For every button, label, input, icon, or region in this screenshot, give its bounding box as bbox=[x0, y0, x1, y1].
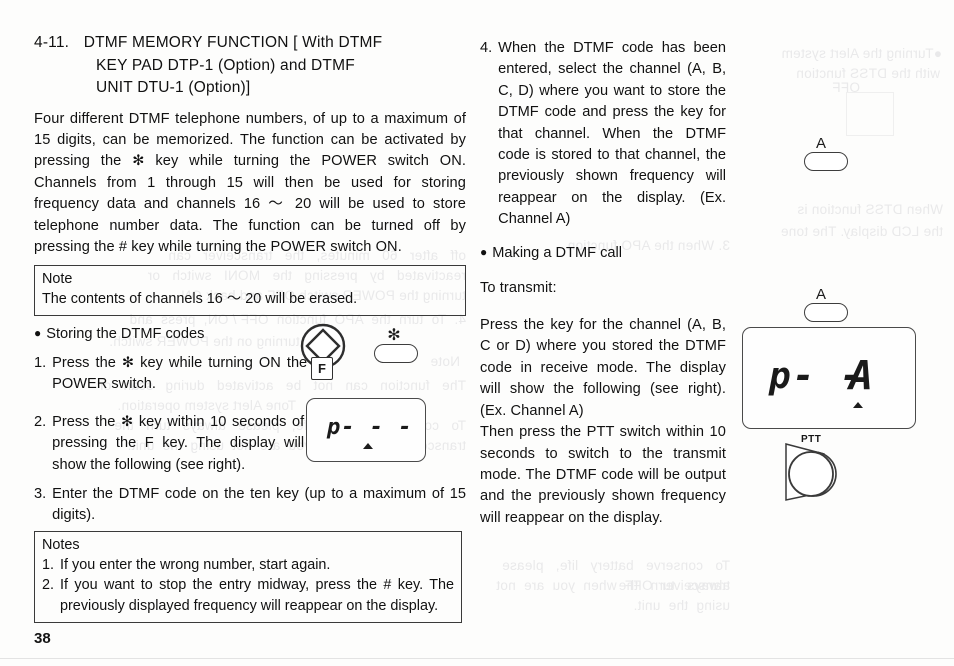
manual-page: ●Turning the Alert system with the DTSS … bbox=[0, 0, 954, 666]
notes-box-title: Notes bbox=[42, 536, 80, 553]
step-number: 4. bbox=[480, 40, 493, 56]
middle-steps-list: 4. When the DTMF code has been entered, … bbox=[480, 38, 726, 231]
step-text: Press the ✻ key while turning ON the POW… bbox=[52, 354, 308, 393]
transmit-paragraph-1: Press the key for the channel (A, B, C o… bbox=[480, 317, 726, 419]
step-text: Enter the DTMF code on the ten key (up t… bbox=[52, 485, 466, 524]
lcd-left-caret-icon bbox=[363, 443, 373, 449]
step-number: 1. bbox=[34, 354, 47, 371]
channel-a-key-label-bottom: A bbox=[815, 286, 826, 303]
note-box-title: Note bbox=[42, 271, 73, 288]
bleed-through-text: with the DTSS function bbox=[796, 66, 940, 81]
lcd-left-text: p- - - bbox=[327, 415, 413, 440]
f-key-button[interactable]: F bbox=[311, 357, 333, 380]
note-text: If you want to stop the entry midway, pr… bbox=[60, 577, 454, 614]
list-item: 3. Enter the DTMF code on the ten key (u… bbox=[34, 484, 466, 527]
lcd-right-channel-char: A bbox=[849, 353, 874, 399]
bullet-dot-icon: ● bbox=[480, 244, 488, 259]
to-transmit-label: To transmit: bbox=[480, 279, 557, 296]
note-text: If you enter the wrong number, start aga… bbox=[60, 556, 331, 573]
note-number: 1. bbox=[42, 556, 55, 573]
bullet-dot-icon: ● bbox=[34, 325, 42, 340]
star-key[interactable] bbox=[374, 344, 418, 363]
list-item: 4. When the DTMF code has been entered, … bbox=[480, 38, 726, 231]
page-number: 38 bbox=[34, 630, 51, 647]
note-box: Note The contents of channels 16 〜 20 wi… bbox=[34, 265, 466, 316]
step-text: When the DTMF code has been entered, sel… bbox=[498, 40, 726, 228]
lcd-display-left: p- - - bbox=[306, 398, 426, 462]
channel-a-key-bottom[interactable] bbox=[804, 303, 848, 322]
bleed-through-text: ●Turning the Alert system bbox=[781, 46, 942, 61]
bleed-through-text: To conserve battery life, please always … bbox=[489, 558, 730, 593]
section-number: 4-11. bbox=[34, 34, 70, 51]
bleed-through-text: the LCD display. The tone bbox=[780, 224, 943, 239]
ptt-switch-label: PTT bbox=[801, 434, 822, 445]
notes-box-list: 1. If you enter the wrong number, start … bbox=[42, 555, 454, 617]
section-title-line-2: KEY PAD DTP-1 (Option) and DTMF bbox=[96, 56, 355, 74]
section-title-line-1: DTMF MEMORY FUNCTION [ With DTMF bbox=[83, 34, 383, 51]
bleed-through-text: When DTSS function is bbox=[797, 202, 943, 217]
notes-box: Notes 1. If you enter the wrong number, … bbox=[34, 530, 462, 623]
making-dtmf-call-bullet: ● Making a DTMF call bbox=[480, 243, 726, 264]
f-key-label: F bbox=[318, 361, 326, 376]
footer-divider bbox=[0, 658, 954, 659]
channel-a-key-label-top: A bbox=[815, 135, 826, 152]
bleed-through-text: transceiver OFF when you are not using t… bbox=[487, 578, 730, 613]
middle-column: 4. When the DTMF code has been entered, … bbox=[480, 38, 726, 535]
list-item: 2. If you want to stop the entry midway,… bbox=[42, 575, 454, 616]
intro-paragraph: Four different DTMF telephone numbers, o… bbox=[34, 110, 466, 255]
note-box-line: The contents of channels 16 〜 20 will be… bbox=[42, 291, 358, 308]
list-item: 1. If you enter the wrong number, start … bbox=[42, 555, 454, 576]
storing-dtmf-label: Storing the DTMF codes bbox=[46, 325, 205, 342]
section-title-line-3: UNIT DTU-1 (Option)] bbox=[96, 79, 251, 96]
step-text: Press the ✻ key within 10 seconds of pre… bbox=[52, 413, 305, 473]
lcd-display-right: p- - A bbox=[742, 327, 916, 429]
channel-a-key-top[interactable] bbox=[804, 152, 848, 171]
note-number: 2. bbox=[42, 577, 55, 594]
transmit-paragraph-2: Then press the PTT switch within 10 seco… bbox=[480, 424, 726, 526]
section-heading: 4-11. DTMF MEMORY FUNCTION [ With DTMF K… bbox=[34, 32, 466, 100]
bleed-through-text: OFF bbox=[832, 80, 860, 95]
bleed-through-box bbox=[846, 92, 894, 136]
lcd-right-caret-icon bbox=[853, 402, 863, 408]
step-number: 2. bbox=[34, 413, 47, 430]
making-dtmf-call-label: Making a DTMF call bbox=[492, 244, 622, 261]
star-key-label: ✻ bbox=[387, 327, 401, 344]
step-number: 3. bbox=[34, 485, 47, 502]
